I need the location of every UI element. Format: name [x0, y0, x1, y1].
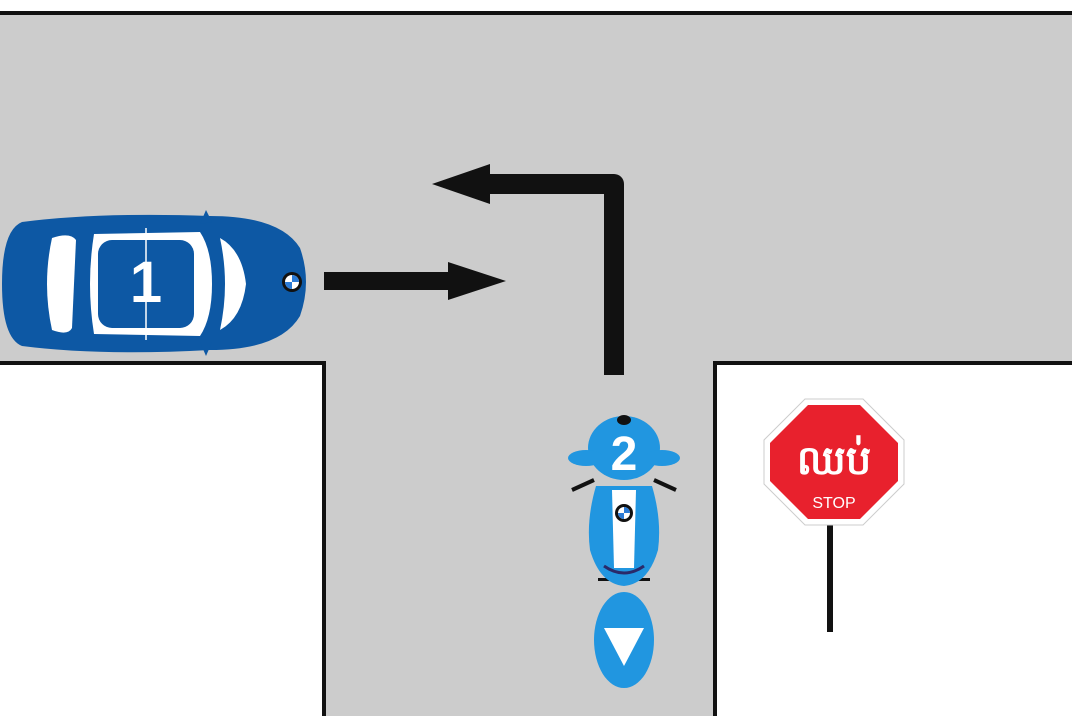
stop-sign-khmer-label: ឈប់ [797, 435, 871, 483]
car-number: 1 [130, 250, 162, 315]
stop-sign-icon: ឈប់ STOP [763, 398, 905, 632]
bmw-logo-icon [282, 272, 302, 292]
motorcycle-number: 2 [611, 428, 638, 481]
bmw-logo-icon [615, 504, 633, 522]
intersection-diagram: 1 2 ឈប់ STOP [0, 11, 1072, 716]
car-1: 1 [2, 210, 306, 356]
stop-sign-english-label: STOP [812, 495, 855, 512]
